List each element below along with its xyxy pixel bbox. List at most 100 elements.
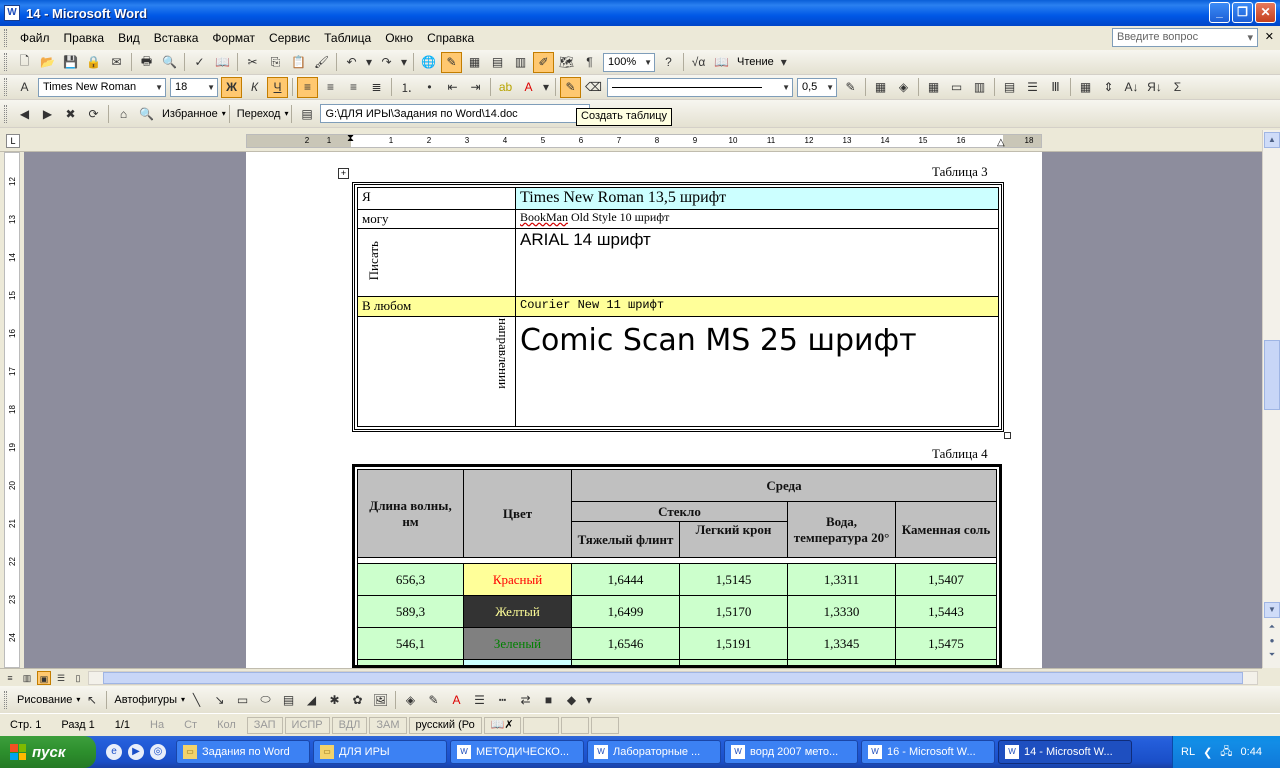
menu-insert[interactable]: Вставка — [147, 27, 206, 49]
line-icon[interactable]: ╲ — [186, 689, 207, 710]
reading-icon[interactable]: 📖 — [711, 52, 732, 73]
sort-descending-icon[interactable]: Я↓ — [1144, 77, 1165, 98]
forward-icon[interactable]: ▶ — [37, 103, 58, 124]
permission-icon[interactable]: 🔒 — [83, 52, 104, 73]
open-folder-icon[interactable]: 📂 — [37, 52, 58, 73]
border-color-icon[interactable]: ✎ — [840, 77, 861, 98]
minimize-button[interactable]: _ — [1209, 2, 1230, 23]
numbering-icon[interactable]: ⒈ — [396, 77, 417, 98]
tab-selector[interactable]: L — [6, 134, 20, 148]
chevron-down-icon[interactable]: ▼ — [778, 83, 790, 92]
taskbar-item[interactable]: ▭ ДЛЯ ИРЫ — [313, 740, 447, 764]
table-cell[interactable]: 1,5475 — [895, 627, 997, 660]
font-color-icon[interactable]: A — [446, 689, 467, 710]
picture-icon[interactable]: 🖼 — [370, 689, 391, 710]
redo-icon[interactable]: ↷ — [376, 52, 397, 73]
taskbar-item[interactable]: W Лабораторные ... — [587, 740, 721, 764]
table3-cell[interactable]: Courier New 11 шрифт — [515, 296, 999, 317]
3d-icon[interactable]: ◆ — [561, 689, 582, 710]
bold-button[interactable]: Ж — [221, 76, 242, 98]
normal-view-icon[interactable]: ≡ — [3, 671, 17, 685]
right-indent-marker-icon[interactable]: △ — [997, 137, 1005, 148]
email-icon[interactable]: ✉ — [106, 52, 127, 73]
document-page[interactable]: Таблица 3 + Я Times New Roman 13,5 шрифт… — [246, 152, 1042, 668]
borders-icon[interactable]: ▦ — [870, 77, 891, 98]
table-cell[interactable]: Желтый — [463, 595, 572, 628]
chevron-down-icon[interactable]: ▾ — [222, 109, 226, 118]
ie-icon[interactable]: e — [106, 744, 122, 760]
fill-color-icon[interactable]: ◈ — [400, 689, 421, 710]
table-cell[interactable]: 1,6444 — [571, 563, 680, 596]
autosum-icon[interactable]: Σ — [1167, 77, 1188, 98]
status-ext[interactable]: ВДЛ — [331, 716, 368, 734]
document-map-icon[interactable]: 🗺 — [556, 52, 577, 73]
media-player-icon[interactable]: ▶ — [128, 744, 144, 760]
align-left-icon[interactable]: ≡ — [297, 76, 318, 98]
table3-cell[interactable]: Писать — [357, 228, 516, 297]
table3-cell[interactable]: Comic Scan MS 25 шрифт — [515, 316, 999, 427]
undo-dropdown-icon[interactable]: ▾ — [364, 52, 374, 73]
word-app-icon[interactable]: W — [4, 5, 20, 21]
taskbar-item[interactable]: W МЕТОДИЧЕСКО... — [450, 740, 584, 764]
align-right-icon[interactable]: ≡ — [343, 77, 364, 98]
table-cell[interactable]: 1,3311 — [787, 563, 896, 596]
styles-icon[interactable]: A — [14, 77, 35, 98]
underline-button[interactable]: Ч — [267, 76, 288, 98]
spelling-status-icon[interactable]: 📖✗ — [483, 716, 521, 734]
toolbar-grip[interactable] — [4, 690, 7, 709]
table-move-handle-icon[interactable]: + — [338, 168, 349, 179]
align-center-icon[interactable]: ≡ — [320, 77, 341, 98]
font-color-icon[interactable]: A — [518, 77, 539, 98]
wordart-icon[interactable]: ◢ — [301, 689, 322, 710]
status-ovr[interactable]: ЗАМ — [369, 716, 407, 734]
close-document-icon[interactable]: ✕ — [1265, 30, 1274, 43]
favorites-button[interactable]: Избранное — [158, 108, 222, 120]
text-direction-icon[interactable]: ⇕ — [1098, 77, 1119, 98]
taskbar-item-active[interactable]: W 14 - Microsoft W... — [998, 740, 1132, 764]
close-button[interactable]: ✕ — [1255, 2, 1276, 23]
font-combo[interactable]: Times New Roman ▼ — [38, 77, 166, 97]
sort-ascending-icon[interactable]: A↓ — [1121, 77, 1142, 98]
scroll-thumb[interactable] — [103, 672, 1243, 684]
back-icon[interactable]: ◀ — [14, 103, 35, 124]
italic-button[interactable]: К — [244, 77, 265, 98]
menu-help[interactable]: Справка — [420, 27, 481, 49]
refresh-icon[interactable]: ⟳ — [83, 103, 104, 124]
toolbar-grip[interactable] — [4, 78, 7, 96]
chevron-down-icon[interactable]: ▾ — [181, 695, 185, 704]
language-indicator[interactable]: RL — [1181, 746, 1195, 758]
insert-table-icon[interactable]: ▦ — [923, 77, 944, 98]
eraser-icon[interactable]: ⌫ — [583, 77, 604, 98]
table3-cell[interactable]: В любом — [357, 296, 516, 317]
table-cell[interactable]: 1,5191 — [679, 627, 788, 660]
ask-question-input[interactable]: Введите вопрос ▾ — [1112, 28, 1258, 47]
table-cell[interactable]: 1,6499 — [571, 595, 680, 628]
arrow-icon[interactable]: ↘ — [209, 689, 230, 710]
search-web-icon[interactable]: 🔍 — [136, 103, 157, 124]
status-language[interactable]: русский (Ро — [408, 716, 482, 734]
textbox-icon[interactable]: ▤ — [278, 689, 299, 710]
stop-icon[interactable]: ✖ — [60, 103, 81, 124]
goto-button[interactable]: Переход — [233, 108, 285, 120]
toolbar-grip[interactable] — [4, 53, 7, 71]
table-cell[interactable]: 546,1 — [357, 627, 464, 660]
table-cell[interactable]: Красный — [463, 563, 572, 596]
menu-table[interactable]: Таблица — [317, 27, 378, 49]
diagram-icon[interactable]: ✱ — [324, 689, 345, 710]
taskbar-item[interactable]: Wворд 2007 мето... — [724, 740, 858, 764]
autoshapes-button[interactable]: Автофигуры — [110, 694, 181, 706]
vertical-scrollbar[interactable]: ▲ ▼ ⏶ ● ⏷ — [1262, 130, 1280, 668]
table-cell[interactable]: 1,3345 — [787, 627, 896, 660]
table3-cell[interactable]: ARIAL 14 шрифт — [515, 228, 999, 297]
status-rec[interactable]: ЗАП — [246, 716, 283, 734]
browser-icon[interactable]: ◎ — [150, 744, 166, 760]
scroll-up-icon[interactable]: ▲ — [1264, 132, 1280, 148]
horizontal-scrollbar[interactable] — [88, 671, 1258, 685]
insert-excel-icon[interactable]: ▤ — [487, 52, 508, 73]
redo-dropdown-icon[interactable]: ▾ — [399, 52, 409, 73]
reading-button[interactable]: Чтение — [733, 56, 778, 68]
menu-view[interactable]: Вид — [111, 27, 147, 49]
save-icon[interactable]: 💾 — [60, 52, 81, 73]
spelling-icon[interactable]: ✓ — [189, 52, 210, 73]
table3-cell[interactable]: направлении — [357, 316, 516, 427]
